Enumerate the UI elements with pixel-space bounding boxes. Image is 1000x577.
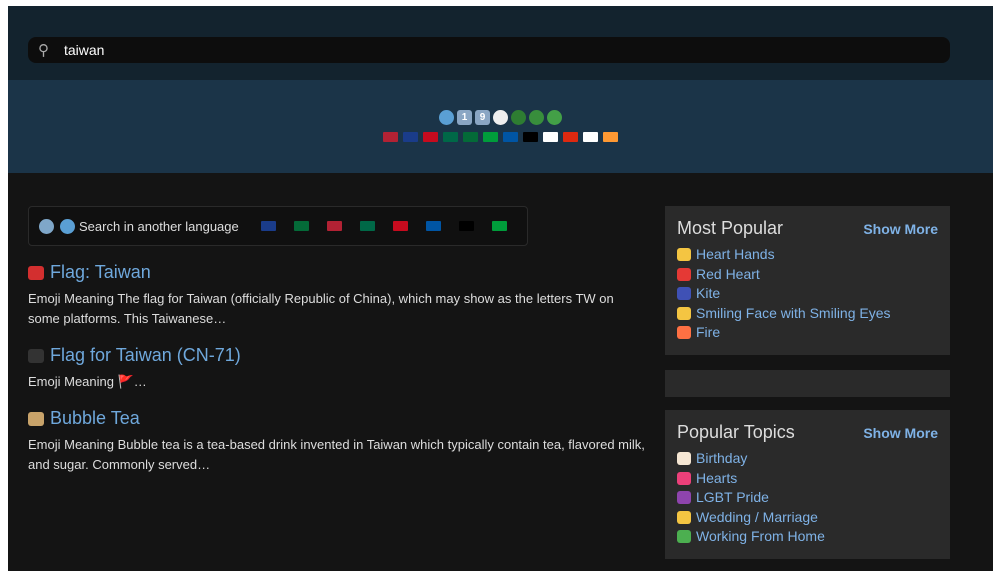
flag-icon[interactable] [563, 132, 578, 142]
globe-europe-icon[interactable] [511, 109, 526, 125]
flag-icon[interactable] [523, 132, 538, 142]
result-title-link[interactable]: Flag: Taiwan [28, 262, 648, 283]
flag-icon[interactable] [491, 221, 507, 231]
list-item-label[interactable]: Kite [696, 284, 720, 304]
language-bar: Search in another language [28, 206, 528, 246]
list-item[interactable]: Smiling Face with Smiling Eyes [677, 304, 938, 324]
ad-placeholder [665, 370, 950, 397]
flag-icon[interactable] [603, 132, 618, 142]
flag-icon[interactable] [583, 132, 598, 142]
list-item-label[interactable]: Red Heart [696, 265, 760, 285]
result-description: Emoji Meaning 🚩… [28, 374, 147, 389]
list-item-label[interactable]: Birthday [696, 449, 747, 469]
list-item-label[interactable]: Hearts [696, 469, 737, 489]
result-title[interactable]: Bubble Tea [50, 408, 140, 429]
emoji-icon [677, 248, 691, 262]
result-title[interactable]: Flag: Taiwan [50, 262, 151, 283]
emoji-icon [677, 471, 691, 485]
list-item[interactable]: Kite [677, 284, 938, 304]
flag-icon[interactable] [383, 132, 398, 142]
flag-icon[interactable] [483, 132, 498, 142]
results-column: Search in another language Flag: Taiwan E… [28, 206, 648, 475]
flag-icon[interactable] [326, 221, 342, 231]
search-icon: ⚲ [38, 42, 49, 59]
speech-bubble-icon[interactable] [493, 109, 508, 125]
list-item[interactable]: Wedding / Marriage [677, 508, 938, 528]
list-item[interactable]: Birthday [677, 449, 938, 469]
flag-icon[interactable] [425, 221, 441, 231]
emoji-icon [677, 510, 691, 524]
keycap-9-icon[interactable]: 9 [475, 109, 490, 125]
banner: 1 9 [8, 80, 993, 173]
emoji-icon [677, 530, 691, 544]
popular-topics-panel: Popular Topics Show More Birthday Hearts LG… [665, 410, 950, 559]
emoji-icon [677, 491, 691, 505]
list-item[interactable]: Fire [677, 323, 938, 343]
keycap-1-icon[interactable]: 1 [457, 109, 472, 125]
header: ⚲ [8, 6, 993, 80]
list-item-label[interactable]: Wedding / Marriage [696, 508, 818, 528]
flag-icon[interactable] [443, 132, 458, 142]
list-item[interactable]: LGBT Pride [677, 488, 938, 508]
search-result: Bubble Tea Emoji Meaning Bubble tea is a … [28, 408, 648, 475]
result-emoji-icon [28, 348, 44, 363]
panel-title: Popular Topics [677, 422, 795, 442]
result-title-link[interactable]: Bubble Tea [28, 408, 648, 429]
result-emoji-icon [28, 411, 44, 426]
list-item[interactable]: Hearts [677, 469, 938, 489]
most-popular-panel: Most Popular Show More Heart Hands Red Hea… [665, 206, 950, 355]
list-item[interactable]: Heart Hands [677, 245, 938, 265]
language-bar-label: Search in another language [79, 218, 239, 234]
flag-icon[interactable] [403, 132, 418, 142]
show-more-link[interactable]: Show More [863, 425, 938, 441]
list-item-label[interactable]: Fire [696, 323, 720, 343]
flag-icon[interactable] [503, 132, 518, 142]
emoji-icon [677, 267, 691, 281]
search-result: Flag for Taiwan (CN-71) Emoji Meaning 🚩… [28, 345, 648, 392]
emoji-icon [677, 326, 691, 340]
globe-asia-icon[interactable] [547, 109, 562, 125]
result-description: Emoji Meaning The flag for Taiwan (offic… [28, 291, 614, 326]
show-more-link[interactable]: Show More [863, 221, 938, 237]
flag-icon[interactable] [423, 132, 438, 142]
result-emoji-icon [28, 265, 44, 280]
app-window: ⚲ 1 9 Search in another language Flag: T… [8, 6, 993, 571]
speaking-head-icon [39, 218, 54, 234]
list-item-label[interactable]: LGBT Pride [696, 488, 769, 508]
globe-icon[interactable] [439, 109, 454, 125]
emoji-icon [677, 452, 691, 466]
flag-icon[interactable] [392, 221, 408, 231]
globe-icon [60, 218, 75, 234]
search-input[interactable] [64, 42, 864, 58]
list-item-label[interactable]: Smiling Face with Smiling Eyes [696, 304, 891, 324]
emoji-icon [677, 287, 691, 301]
result-description: Emoji Meaning Bubble tea is a tea-based … [28, 437, 645, 472]
globe-americas-icon[interactable] [529, 109, 544, 125]
flag-icon[interactable] [543, 132, 558, 142]
list-item[interactable]: Red Heart [677, 265, 938, 285]
flag-icon[interactable] [359, 221, 375, 231]
search-bar[interactable]: ⚲ [28, 37, 950, 63]
search-result: Flag: Taiwan Emoji Meaning The flag for T… [28, 262, 648, 329]
result-title-link[interactable]: Flag for Taiwan (CN-71) [28, 345, 648, 366]
list-item-label[interactable]: Working From Home [696, 527, 825, 547]
panel-title: Most Popular [677, 218, 784, 238]
flag-icon[interactable] [463, 132, 478, 142]
flag-icon[interactable] [458, 221, 474, 231]
flag-icon[interactable] [260, 221, 276, 231]
flag-icon[interactable] [293, 221, 309, 231]
result-title[interactable]: Flag for Taiwan (CN-71) [50, 345, 241, 366]
list-item-label[interactable]: Heart Hands [696, 245, 775, 265]
emoji-icon [677, 306, 691, 320]
list-item[interactable]: Working From Home [677, 527, 938, 547]
